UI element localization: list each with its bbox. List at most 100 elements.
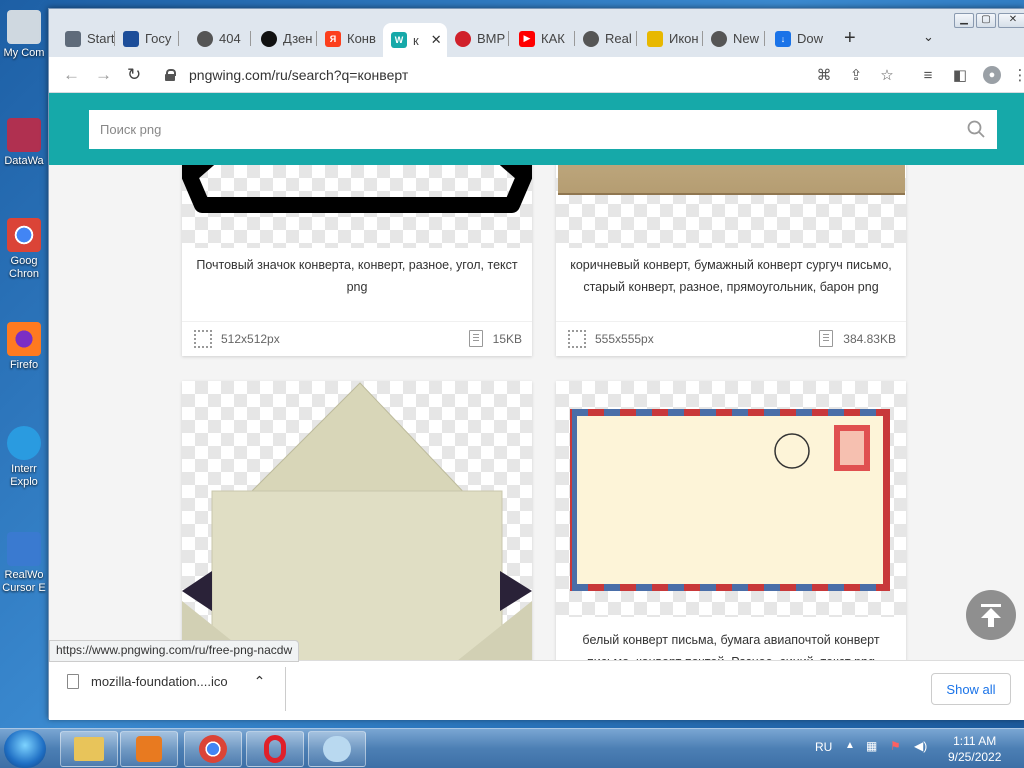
download-filename[interactable]: mozilla-foundation....ico [91, 674, 228, 689]
open-envelope-image[interactable] [182, 381, 532, 681]
taskbar: RU ▲ ▦ ⚑ ◀) 1:11 AM 9/25/2022 [0, 728, 1024, 768]
volume-icon[interactable]: ◀) [914, 739, 927, 753]
tab-ikonki[interactable]: Икон [639, 25, 703, 52]
tab-bmp[interactable]: BMP [447, 25, 509, 52]
desktop-icon-firefox[interactable]: Firefo [0, 322, 48, 372]
image-dimensions: 555x555px [595, 331, 654, 346]
tab-youtube-kak[interactable]: ▶ КАК [511, 25, 575, 52]
address-bar[interactable]: pngwing.com/ru/search?q=конверт [157, 61, 847, 89]
youtube-icon: ▶ [519, 30, 535, 47]
tray-expand-icon[interactable]: ▲ [845, 740, 855, 751]
yandex-icon: Я [325, 30, 341, 47]
language-indicator[interactable]: RU [815, 740, 832, 754]
reload-icon[interactable]: ↻ [127, 65, 141, 85]
download-shelf: mozilla-foundation....ico ⌃ Show all [49, 660, 1024, 720]
menu-kebab-icon[interactable]: ⋮ [1011, 66, 1024, 84]
cursor-editor-icon [7, 532, 41, 566]
translate-icon[interactable]: ⌘ [815, 66, 833, 84]
close-tab-icon[interactable]: ✕ [431, 32, 442, 48]
globe-icon [583, 30, 599, 47]
tab-strip: Start Госу 404 Дзен Я Конв Wк ✕ BMP ▶ КАК R… [49, 9, 1024, 63]
card-meta: 512x512px 15KB [182, 321, 532, 355]
network-icon[interactable]: ▦ [866, 739, 877, 753]
chevron-up-icon[interactable]: ⌃ [254, 673, 266, 690]
clock-date: 9/25/2022 [948, 750, 1002, 764]
scroll-to-top-button[interactable] [966, 590, 1016, 640]
chrome-icon [7, 218, 41, 252]
page-content: Поиск png Почтовый значок конверта, конв… [49, 93, 1024, 720]
taskbar-chrome[interactable] [184, 731, 242, 767]
card-caption[interactable]: Почтовый значок конверта, конверт, разно… [182, 254, 532, 298]
close-window-button[interactable]: ✕ [998, 13, 1024, 28]
chrome-icon [711, 30, 727, 47]
tab-real[interactable]: Real [575, 25, 637, 52]
browser-window: Start Госу 404 Дзен Я Конв Wк ✕ BMP ▶ КАК R… [48, 8, 1024, 720]
tab-yandex-konvert[interactable]: Я Конв [317, 25, 381, 52]
card-caption[interactable]: коричневый конверт, бумажный конверт сур… [556, 254, 906, 298]
firefox-icon [7, 322, 41, 356]
desktop-icon-my-computer[interactable]: My Com [0, 10, 48, 60]
minimize-button[interactable]: ▁ [954, 13, 974, 28]
action-center-icon[interactable]: ⚑ [890, 739, 901, 753]
side-panel-icon[interactable]: ◧ [951, 66, 969, 84]
taskbar-media-player[interactable] [120, 731, 178, 767]
taskbar-paint[interactable] [308, 731, 366, 767]
pngwing-icon: W [391, 32, 407, 48]
search-input[interactable]: Поиск png [89, 110, 997, 149]
tab-downloads[interactable]: ↓ Dow [767, 25, 829, 52]
taskbar-opera[interactable] [246, 731, 304, 767]
globe-icon [197, 30, 213, 47]
site-search-bar: Поиск png [49, 93, 1024, 165]
desktop-icon-internet-explorer[interactable]: Interr Explo [0, 426, 48, 489]
show-all-button[interactable]: Show all [931, 673, 1011, 705]
reading-list-icon[interactable]: ≡ [919, 66, 937, 84]
file-icon [819, 330, 834, 347]
tab-start[interactable]: Start [57, 25, 115, 52]
tab-new[interactable]: New [703, 25, 765, 52]
start-button[interactable] [4, 730, 46, 768]
desktop-icon-datawarrior[interactable]: DataWa [0, 118, 48, 168]
back-icon[interactable]: ← [63, 65, 80, 85]
result-card[interactable]: белый конверт письма, бумага авиапочтой … [556, 381, 906, 681]
maximize-button[interactable]: ▢ [976, 13, 996, 28]
download-icon: ↓ [775, 30, 791, 47]
paint-icon [323, 736, 351, 762]
share-icon[interactable]: ⇪ [847, 66, 865, 84]
opera-icon [455, 30, 471, 47]
dzen-icon [261, 30, 277, 47]
datawarrior-icon [7, 118, 41, 152]
tab-dzen[interactable]: Дзен [253, 25, 317, 52]
file-icon [67, 674, 79, 689]
computer-icon [7, 10, 41, 44]
folder-icon [74, 737, 104, 761]
resolution-icon [568, 329, 586, 348]
clock[interactable]: 1:11 AM 9/25/2022 [948, 733, 1001, 765]
lock-icon[interactable] [165, 69, 176, 81]
profile-avatar-icon[interactable]: ● [983, 66, 1001, 84]
resolution-icon [194, 329, 212, 348]
url-text[interactable]: pngwing.com/ru/search?q=конверт [189, 67, 408, 83]
desktop-icon-realworld-cursor-editor[interactable]: RealWo Cursor E [0, 532, 48, 595]
gosuslugi-icon [123, 30, 139, 47]
tab-search-chevron-icon[interactable]: ⌄ [923, 29, 934, 45]
bookmark-star-icon[interactable]: ☆ [878, 66, 896, 84]
new-tab-button[interactable]: + [844, 27, 856, 50]
media-player-icon [136, 736, 162, 762]
ie-icon [7, 426, 41, 460]
desktop-icon-chrome[interactable]: Goog Chron [0, 218, 48, 281]
taskbar-explorer[interactable] [60, 731, 118, 767]
airmail-envelope-image[interactable] [556, 381, 906, 617]
file-size: 384.83KB [843, 331, 896, 346]
forward-icon[interactable]: → [95, 65, 112, 85]
status-bar-url: https://www.pngwing.com/ru/free-png-nacd… [49, 640, 300, 662]
download-item[interactable]: mozilla-foundation....ico ⌃ [67, 673, 265, 690]
tab-pngwing-active[interactable]: Wк ✕ [383, 23, 447, 57]
doc-icon [65, 30, 81, 47]
result-card[interactable] [182, 381, 532, 681]
file-icon [468, 330, 483, 347]
image-dimensions: 512x512px [221, 331, 280, 346]
tab-gosuslugi[interactable]: Госу [115, 25, 179, 52]
search-icon[interactable] [967, 120, 985, 138]
tab-404[interactable]: 404 [189, 25, 251, 52]
browser-toolbar: ← → ↻ pngwing.com/ru/search?q=конверт ⌘ … [49, 57, 1024, 93]
